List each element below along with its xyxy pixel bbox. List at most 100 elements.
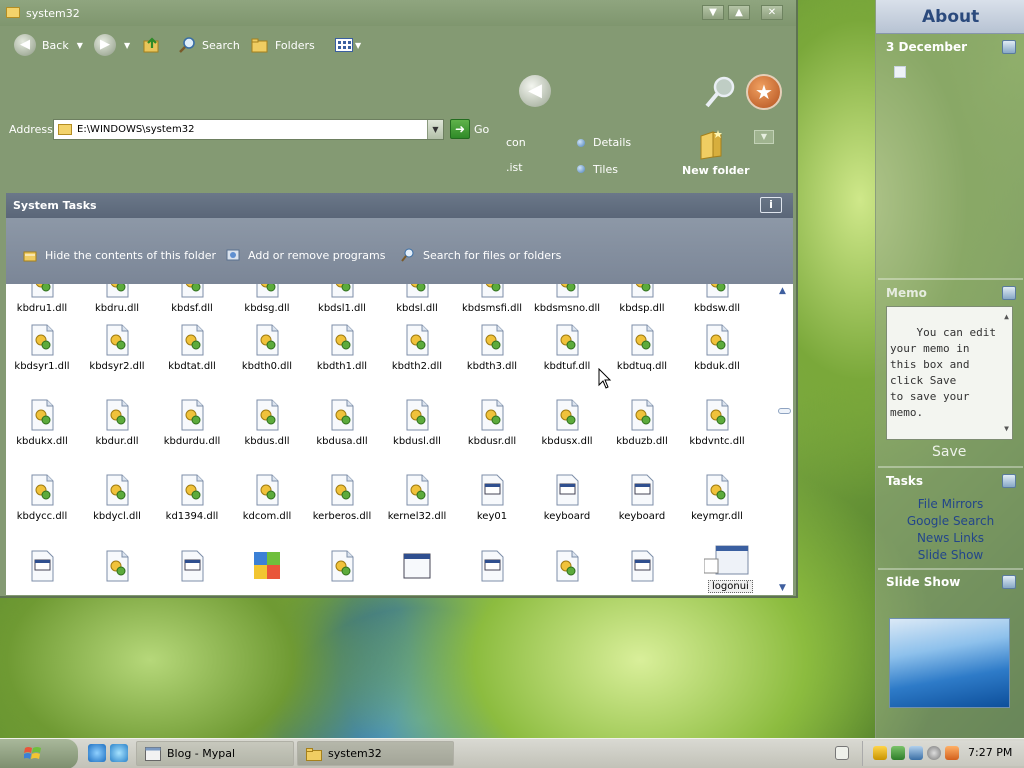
go-button[interactable]: Go (474, 123, 489, 136)
views-button[interactable]: ▼ (335, 32, 361, 58)
file-item[interactable]: kbdusa.dll (305, 399, 379, 447)
search-icon[interactable] (945, 746, 959, 760)
keyboard-icon[interactable] (835, 746, 849, 760)
file-item[interactable]: kbdsl1.dll (305, 284, 379, 314)
address-dropdown-button[interactable]: ▼ (427, 120, 443, 139)
file-item[interactable]: kbdsmsfi.dll (455, 284, 529, 314)
file-item[interactable]: kbdtat.dll (155, 324, 229, 372)
minimize-button[interactable]: ▼ (702, 5, 724, 20)
file-list-view[interactable]: kbdru1.dll kbdru.dll kbdsf.dll kbdsg.dll kbd… (6, 284, 793, 595)
security-shield-icon[interactable] (873, 746, 887, 760)
browser-quicklaunch-icon[interactable] (88, 744, 106, 762)
file-item[interactable]: kbdsw.dll (680, 284, 754, 314)
collapse-pane-button[interactable]: ▼ (754, 130, 774, 144)
taskbar-tab-blog[interactable]: Blog - Mypal (136, 741, 294, 766)
file-item[interactable] (380, 550, 454, 587)
file-item[interactable]: kerberos.dll (305, 474, 379, 522)
bluetooth-icon[interactable] (909, 746, 923, 760)
file-item[interactable]: kbdukx.dll (6, 399, 79, 447)
file-item[interactable]: keymgr.dll (680, 474, 754, 522)
file-item[interactable] (305, 550, 379, 587)
hide-contents-task[interactable]: Hide the contents of this folder (23, 248, 216, 262)
new-folder-icon[interactable] (698, 130, 724, 160)
view-details-option[interactable]: Details (593, 136, 631, 149)
network-icon[interactable] (891, 746, 905, 760)
slideshow-image[interactable] (889, 618, 1010, 708)
view-list-option[interactable]: .ist (506, 161, 523, 174)
file-item[interactable]: kbdsyr2.dll (80, 324, 154, 372)
file-item[interactable]: kbdsmsno.dll (530, 284, 604, 314)
messenger-quicklaunch-icon[interactable] (110, 744, 128, 762)
file-item[interactable]: kbdth1.dll (305, 324, 379, 372)
file-item[interactable]: key01 (455, 474, 529, 522)
file-item[interactable]: kernel32.dll (380, 474, 454, 522)
system-tasks-header[interactable]: System Tasks i (6, 193, 793, 218)
file-item[interactable]: kbdusx.dll (530, 399, 604, 447)
file-item[interactable]: kbdtuq.dll (605, 324, 679, 372)
file-item[interactable]: kbdusr.dll (455, 399, 529, 447)
start-button[interactable] (0, 739, 78, 768)
file-item[interactable]: kbdurdu.dll (155, 399, 229, 447)
file-item[interactable]: kbdycl.dll (80, 474, 154, 522)
file-item[interactable]: kbdycc.dll (6, 474, 79, 522)
search-files-task[interactable]: Search for files or folders (401, 248, 561, 262)
file-item[interactable]: kbdtuf.dll (530, 324, 604, 372)
chevron-down-icon[interactable]: ▼ (1004, 421, 1009, 437)
new-folder-label[interactable]: New folder (682, 164, 750, 177)
chevron-down-icon[interactable]: ▼ (124, 41, 130, 50)
file-item[interactable] (80, 550, 154, 587)
file-item[interactable]: kbdsl.dll (380, 284, 454, 314)
slideshow-icon[interactable] (1002, 575, 1016, 589)
file-item[interactable] (530, 550, 604, 587)
address-input[interactable]: E:\WINDOWS\system32 ▼ (53, 119, 444, 140)
scroll-thumb[interactable] (778, 408, 791, 414)
tasks-icon[interactable] (1002, 474, 1016, 488)
task-link-slide-show[interactable]: Slide Show (876, 548, 1024, 562)
file-item[interactable]: kbdus.dll (230, 399, 304, 447)
chevron-down-icon[interactable]: ▼ (77, 41, 83, 50)
file-item[interactable]: kbdth2.dll (380, 324, 454, 372)
scroll-down-icon[interactable]: ▼ (779, 583, 786, 593)
memo-save-button[interactable]: Save (932, 444, 966, 460)
file-item[interactable]: kbduzb.dll (605, 399, 679, 447)
vertical-scrollbar[interactable]: ▲ ▼ (776, 284, 793, 595)
view-icons-option[interactable]: con (506, 136, 526, 149)
scroll-up-icon[interactable]: ▲ (779, 286, 786, 296)
file-item[interactable]: kbdth0.dll (230, 324, 304, 372)
favorites-star-icon[interactable]: ★ (746, 74, 782, 110)
title-bar[interactable]: system32 ▼ ▲ ✕ (0, 0, 796, 26)
file-item[interactable]: kbdsg.dll (230, 284, 304, 314)
maximize-button[interactable]: ▲ (728, 5, 750, 20)
file-item[interactable]: kbdru.dll (80, 284, 154, 314)
file-item[interactable]: kbdvntc.dll (680, 399, 754, 447)
file-item[interactable]: kdcom.dll (230, 474, 304, 522)
add-remove-programs-task[interactable]: Add or remove programs (226, 248, 386, 262)
back-button[interactable]: ◀ Back ▼ (14, 32, 83, 58)
close-button[interactable]: ✕ (761, 5, 783, 20)
memo-icon[interactable] (1002, 286, 1016, 300)
task-link-google-search[interactable]: Google Search (876, 514, 1024, 528)
up-folder-button[interactable] (143, 32, 167, 58)
file-item[interactable]: kbdth3.dll (455, 324, 529, 372)
file-item[interactable]: keyboard (605, 474, 679, 522)
file-item[interactable]: kbdsp.dll (605, 284, 679, 314)
search-button[interactable]: Search (178, 32, 240, 58)
edit-pen-icon[interactable] (1002, 40, 1016, 54)
file-item[interactable]: keyboard (530, 474, 604, 522)
folders-button[interactable]: Folders (251, 32, 315, 58)
file-item[interactable]: kbdru1.dll (6, 284, 79, 314)
magnifier-icon[interactable] (702, 74, 738, 110)
file-item[interactable]: kbdur.dll (80, 399, 154, 447)
taskbar-tab-system32[interactable]: system32 (297, 741, 454, 766)
memo-textarea[interactable]: You can edit your memo in this box and c… (886, 306, 1013, 440)
file-item[interactable] (455, 550, 529, 587)
chevron-up-icon[interactable]: ▲ (1004, 309, 1009, 325)
file-item[interactable]: kbduk.dll (680, 324, 754, 372)
task-link-file-mirrors[interactable]: File Mirrors (876, 497, 1024, 511)
file-item[interactable] (6, 550, 79, 587)
info-icon[interactable]: i (760, 197, 782, 213)
sidebar-header[interactable]: About (876, 0, 1024, 34)
file-item[interactable] (230, 550, 304, 587)
go-arrow-icon[interactable]: ➜ (450, 119, 470, 139)
forward-button[interactable]: ▶ ▼ (94, 32, 130, 58)
